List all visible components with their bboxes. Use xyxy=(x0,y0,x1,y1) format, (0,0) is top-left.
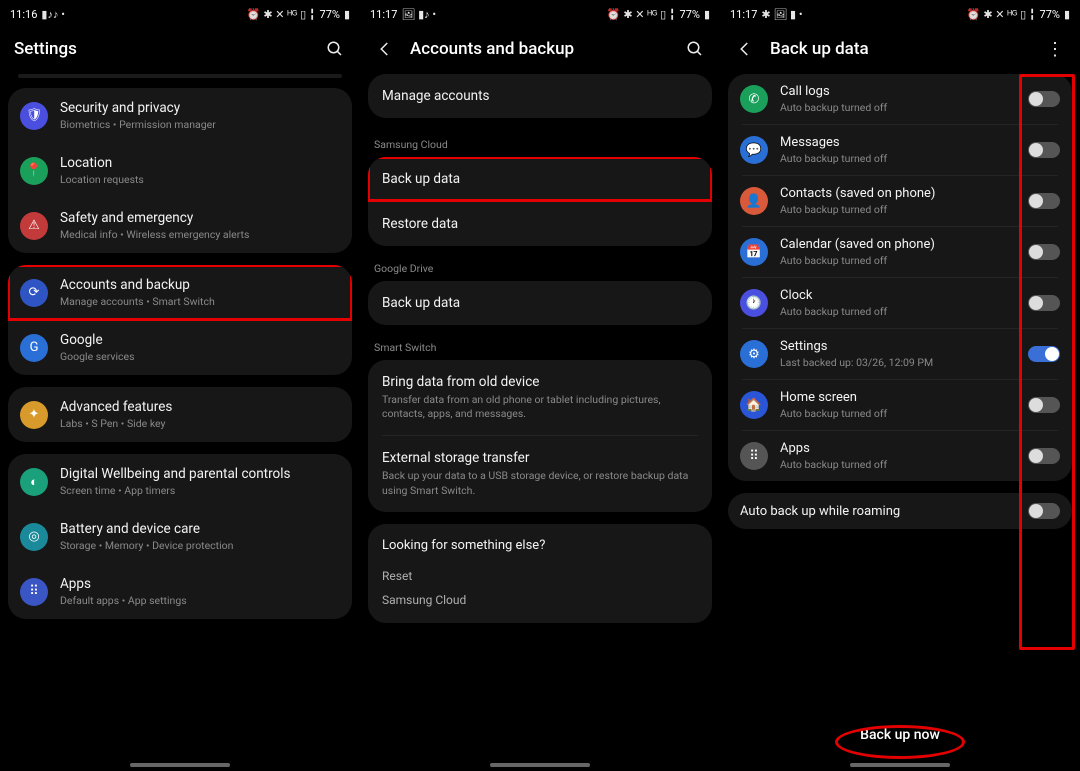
notif-icon: ▮♪♪ • xyxy=(41,8,65,21)
manage-accounts[interactable]: Manage accounts xyxy=(368,74,712,118)
calendar-icon: 📅 xyxy=(740,238,768,266)
settings-item-apps[interactable]: ⠿ AppsDefault apps • App settings xyxy=(8,564,352,619)
nav-bar[interactable] xyxy=(130,763,230,767)
apps-icon: ⠿ xyxy=(20,578,48,606)
external-storage[interactable]: External storage transfer Back up your d… xyxy=(368,436,712,511)
settings-item-wellbeing[interactable]: ◐ Digital Wellbeing and parental control… xyxy=(8,454,352,509)
backup-data-drive[interactable]: Back up data xyxy=(368,281,712,325)
section-samsung-cloud: Samsung Cloud xyxy=(360,130,720,157)
star-icon: ✦ xyxy=(20,401,48,429)
nav-bar[interactable] xyxy=(850,763,950,767)
search-icon[interactable] xyxy=(684,38,706,60)
section-google-drive: Google Drive xyxy=(360,254,720,281)
notif-icon: ✱ 🖼 ▮ • xyxy=(761,8,802,21)
screen-accounts-backup: 11:17 🖼 ▮♪ • ⏰ ✱ ✕ ᴴᴳ ▯ ╏ 77% ▮ Accounts… xyxy=(360,0,720,771)
link-samsung-cloud[interactable]: Samsung Cloud xyxy=(368,593,712,623)
statusbar: 11:17 🖼 ▮♪ • ⏰ ✱ ✕ ᴴᴳ ▯ ╏ 77% ▮ xyxy=(360,0,720,28)
restore-data[interactable]: Restore data xyxy=(368,202,712,246)
looking-for: Looking for something else? xyxy=(368,524,712,567)
page-title: Accounts and backup xyxy=(410,39,670,59)
settings-item-google[interactable]: G GoogleGoogle services xyxy=(8,320,352,375)
settings-item-advanced[interactable]: ✦ Advanced featuresLabs • S Pen • Side k… xyxy=(8,387,352,442)
home-icon: 🏠 xyxy=(740,391,768,419)
screen-backup-data: 11:17 ✱ 🖼 ▮ • ⏰ ✱ ✕ ᴴᴳ ▯ ╏ 77% ▮ Back up… xyxy=(720,0,1080,771)
back-button[interactable] xyxy=(734,38,756,60)
shield-icon: 🛡 xyxy=(20,102,48,130)
section-smart-switch: Smart Switch xyxy=(360,333,720,360)
page-title: Back up data xyxy=(770,39,1030,59)
gear-icon: ⚙ xyxy=(740,340,768,368)
message-icon: 💬 xyxy=(740,136,768,164)
sync-icon: ⟳ xyxy=(20,279,48,307)
battery-care-icon: ◎ xyxy=(20,523,48,551)
battery-pct: 77% xyxy=(680,8,700,21)
more-icon[interactable]: ⋮ xyxy=(1044,38,1066,60)
status-icons: ⏰ ✱ ✕ ᴴᴳ ▯ ╏ xyxy=(247,8,316,21)
settings-item-accounts[interactable]: ⟳ Accounts and backupManage accounts • S… xyxy=(8,265,352,320)
link-reset[interactable]: Reset xyxy=(368,567,712,593)
clock: 11:17 xyxy=(730,8,757,21)
battery-icon: ▮ xyxy=(704,8,710,21)
clock: 11:17 xyxy=(370,8,397,21)
backup-now-button[interactable]: Back up now xyxy=(840,721,960,749)
settings-item-safety[interactable]: ⚠ Safety and emergencyMedical info • Wir… xyxy=(8,198,352,253)
bring-old-device[interactable]: Bring data from old device Transfer data… xyxy=(368,360,712,435)
battery-icon: ▮ xyxy=(344,8,350,21)
settings-item-battery[interactable]: ◎ Battery and device careStorage • Memor… xyxy=(8,509,352,564)
pin-icon: 📍 xyxy=(20,157,48,185)
status-icons: ⏰ ✱ ✕ ᴴᴳ ▯ ╏ xyxy=(967,8,1036,21)
page-title: Settings xyxy=(14,39,310,59)
backup-data-samsung[interactable]: Back up data xyxy=(368,157,712,201)
battery-pct: 77% xyxy=(320,8,340,21)
settings-item-location[interactable]: 📍 LocationLocation requests xyxy=(8,143,352,198)
settings-item-security[interactable]: 🛡 Security and privacyBiometrics • Permi… xyxy=(8,88,352,143)
back-button[interactable] xyxy=(374,38,396,60)
battery-pct: 77% xyxy=(1040,8,1060,21)
apps-grid-icon: ⠿ xyxy=(740,442,768,470)
clock-icon: 🕐 xyxy=(740,289,768,317)
statusbar: 11:17 ✱ 🖼 ▮ • ⏰ ✱ ✕ ᴴᴳ ▯ ╏ 77% ▮ xyxy=(720,0,1080,28)
alert-icon: ⚠ xyxy=(20,212,48,240)
screen-settings: 11:16 ▮♪♪ • ⏰ ✱ ✕ ᴴᴳ ▯ ╏ 77% ▮ Settings … xyxy=(0,0,360,771)
annotation-toggles xyxy=(1019,74,1075,650)
person-icon: 👤 xyxy=(740,187,768,215)
google-icon: G xyxy=(20,334,48,362)
wellbeing-icon: ◐ xyxy=(20,468,48,496)
notif-icon: 🖼 ▮♪ • xyxy=(401,8,436,21)
phone-icon: ✆ xyxy=(740,85,768,113)
battery-icon: ▮ xyxy=(1064,8,1070,21)
clock: 11:16 xyxy=(10,8,37,21)
search-icon[interactable] xyxy=(324,38,346,60)
statusbar: 11:16 ▮♪♪ • ⏰ ✱ ✕ ᴴᴳ ▯ ╏ 77% ▮ xyxy=(0,0,360,28)
status-icons: ⏰ ✱ ✕ ᴴᴳ ▯ ╏ xyxy=(607,8,676,21)
nav-bar[interactable] xyxy=(490,763,590,767)
